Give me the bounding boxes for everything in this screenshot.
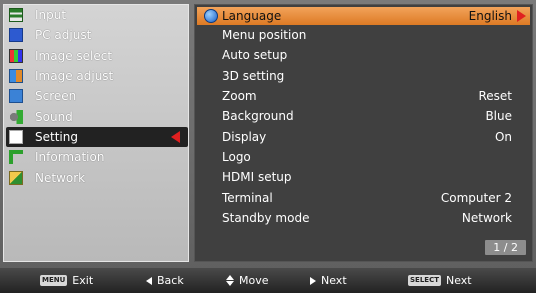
pc-adjust-icon xyxy=(9,28,23,43)
right-arrow-icon xyxy=(310,276,316,285)
setting-auto-setup[interactable]: Auto setup xyxy=(195,45,532,65)
select-key-icon: SELECT xyxy=(408,275,441,286)
select-next-hint: SELECT Next xyxy=(408,274,472,287)
setting-standby-mode[interactable]: Standby mode Network xyxy=(195,208,532,228)
menu-item-label: Information xyxy=(35,150,105,165)
setting-value: Computer 2 xyxy=(440,190,512,205)
menu-item-label: Screen xyxy=(35,89,77,104)
setting-label: Logo xyxy=(222,149,251,164)
setting-value: English xyxy=(468,9,512,23)
setting-background[interactable]: Background Blue xyxy=(195,106,532,126)
setting-label: Auto setup xyxy=(222,48,288,63)
exit-hint: MENU Exit xyxy=(40,274,93,287)
setting-label: Zoom xyxy=(222,89,257,104)
menu-item-image-select[interactable]: Image select xyxy=(4,46,188,66)
setting-value: On xyxy=(494,129,512,144)
selected-arrow-icon xyxy=(171,130,180,143)
setting-hdmi-setup[interactable]: HDMI setup xyxy=(195,167,532,187)
menu-item-label: PC adjust xyxy=(35,28,92,43)
menu-item-input[interactable]: Input xyxy=(4,5,188,25)
setting-language[interactable]: Language English xyxy=(197,7,530,25)
setting-label: Language xyxy=(222,9,282,23)
up-down-arrow-icon xyxy=(226,275,234,286)
menu-item-label: Setting xyxy=(35,129,78,144)
setting-value: Blue xyxy=(485,109,512,124)
setting-label: Terminal xyxy=(222,190,273,205)
image-adjust-icon xyxy=(9,69,23,84)
back-label: Back xyxy=(157,274,184,287)
move-hint: Move xyxy=(226,274,269,287)
setting-display[interactable]: Display On xyxy=(195,126,532,146)
setting-terminal[interactable]: Terminal Computer 2 xyxy=(195,187,532,207)
menu-item-label: Input xyxy=(35,8,67,23)
input-icon xyxy=(9,8,23,23)
menu-key-icon: MENU xyxy=(40,275,68,286)
select-next-label: Next xyxy=(445,274,472,287)
menu-item-image-adjust[interactable]: Image adjust xyxy=(4,66,188,86)
setting-label: Menu position xyxy=(222,28,307,43)
key-guide-bar: MENU Exit Back Move Next SELECT Next xyxy=(0,268,536,293)
menu-item-network[interactable]: Network xyxy=(4,167,188,187)
menu-item-pc-adjust[interactable]: PC adjust xyxy=(4,25,188,45)
image-select-icon xyxy=(9,48,23,63)
network-icon xyxy=(9,170,23,185)
projector-osd: Input PC adjust Image select Image adjus… xyxy=(0,0,536,293)
exit-label: Exit xyxy=(72,274,94,287)
globe-icon xyxy=(204,9,218,23)
setting-value: Reset xyxy=(478,89,512,104)
setting-logo[interactable]: Logo xyxy=(195,147,532,167)
setting-label: 3D setting xyxy=(222,68,285,83)
menu-item-information[interactable]: Information xyxy=(4,147,188,167)
move-label: Move xyxy=(239,274,269,287)
main-menu: Input PC adjust Image select Image adjus… xyxy=(3,4,189,262)
left-arrow-icon xyxy=(146,276,152,285)
setting-label: HDMI setup xyxy=(222,170,292,185)
right-arrow-icon[interactable] xyxy=(517,10,526,22)
setting-label: Standby mode xyxy=(222,210,310,225)
back-hint: Back xyxy=(146,274,184,287)
setting-zoom[interactable]: Zoom Reset xyxy=(195,86,532,106)
menu-item-screen[interactable]: Screen xyxy=(4,86,188,106)
setting-submenu: Language English Menu position Auto setu… xyxy=(194,4,533,262)
page-indicator: 1 / 2 xyxy=(485,240,526,255)
menu-item-label: Network xyxy=(35,170,86,185)
setting-label: Background xyxy=(222,109,294,124)
setting-value: Network xyxy=(461,210,512,225)
menu-item-setting[interactable]: Setting xyxy=(6,126,188,148)
next-hint: Next xyxy=(310,274,347,287)
screen-icon xyxy=(9,89,23,104)
sound-icon xyxy=(9,109,23,124)
menu-item-label: Image select xyxy=(35,48,113,63)
menu-item-sound[interactable]: Sound xyxy=(4,106,188,126)
next-label: Next xyxy=(321,274,347,287)
setting-menu-position[interactable]: Menu position xyxy=(195,25,532,45)
menu-item-label: Image adjust xyxy=(35,69,114,84)
menu-item-label: Sound xyxy=(35,109,73,124)
setting-label: Display xyxy=(222,129,267,144)
setting-icon xyxy=(9,129,23,144)
setting-3d[interactable]: 3D setting xyxy=(195,66,532,86)
information-icon xyxy=(9,150,23,165)
